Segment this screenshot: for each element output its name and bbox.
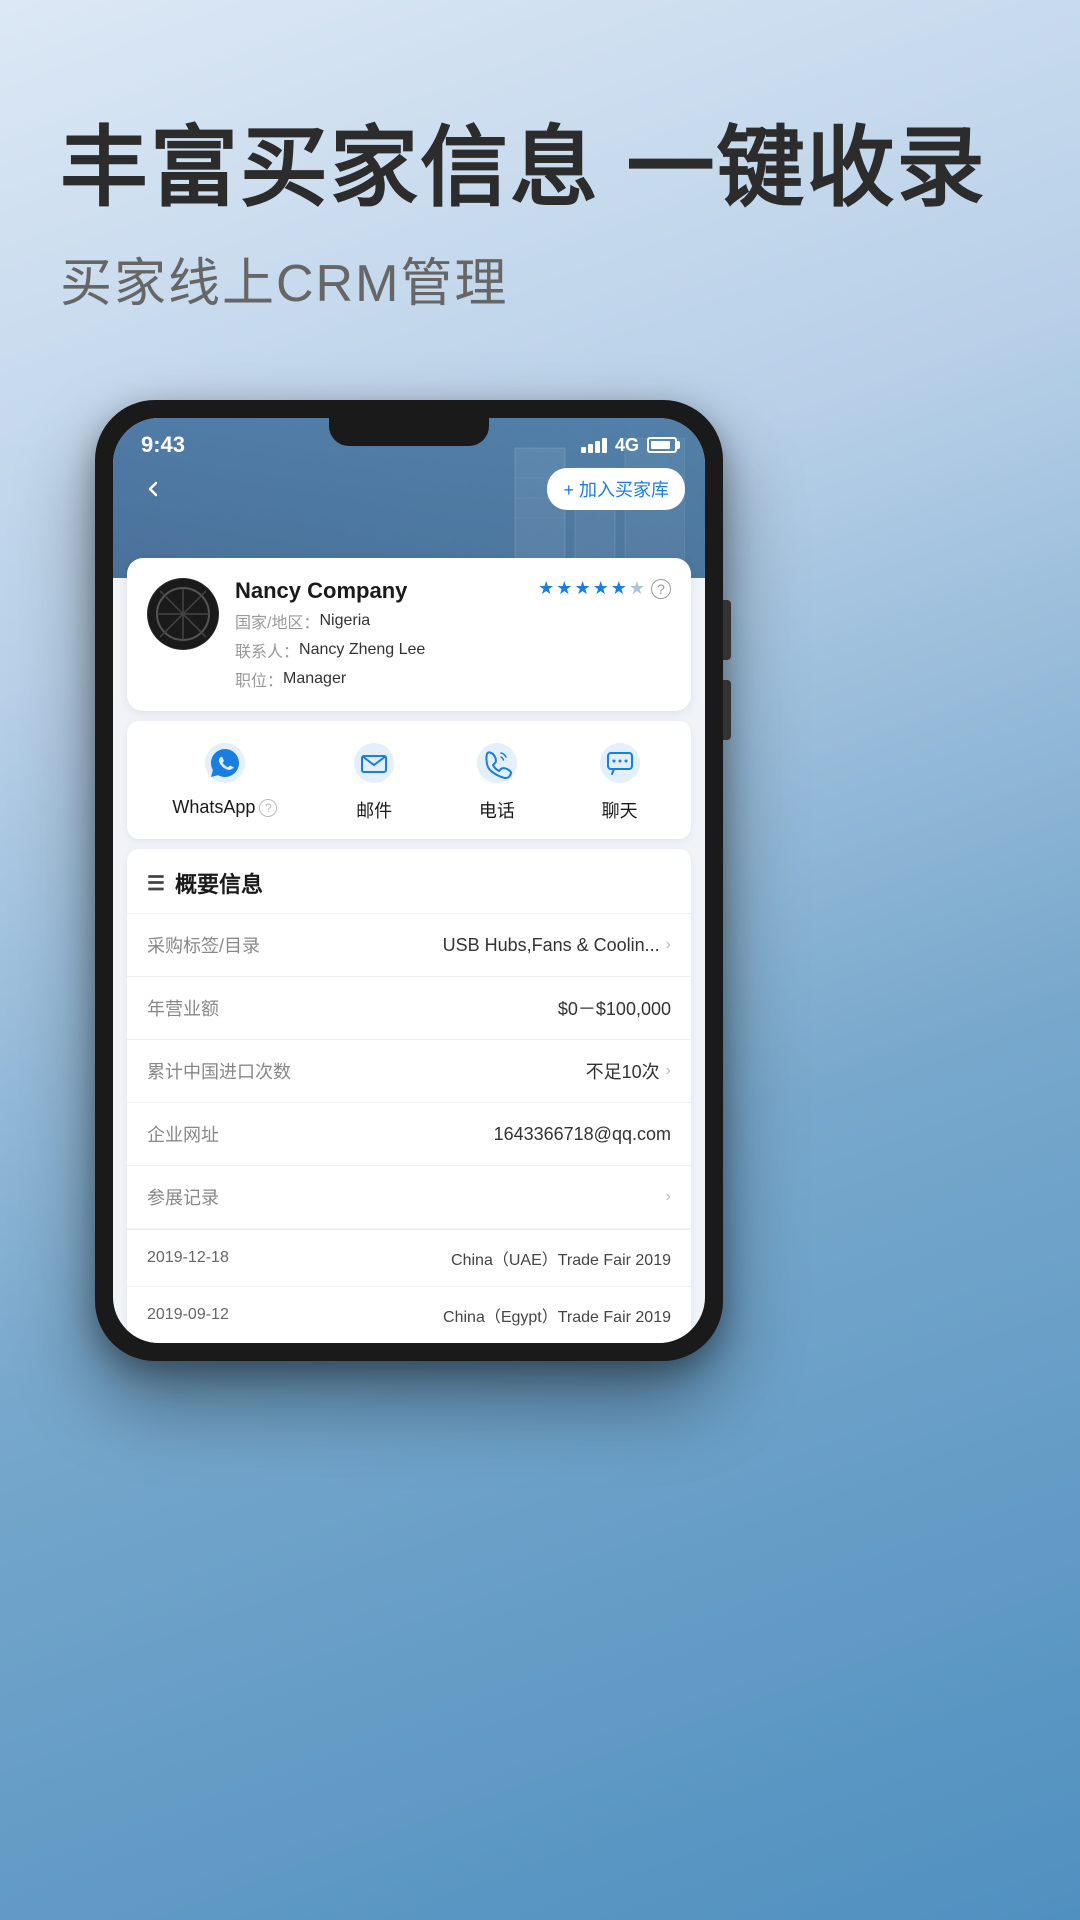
exhibit-header-row[interactable]: 参展记录 › bbox=[127, 1166, 691, 1229]
star-3: ★ bbox=[574, 578, 590, 599]
import-count-label: 累计中国进口次数 bbox=[147, 1058, 291, 1084]
star-2: ★ bbox=[556, 578, 572, 599]
signal-bar-2 bbox=[588, 444, 593, 453]
rating-help-icon[interactable]: ? bbox=[651, 579, 671, 599]
contact-label: 联系人： bbox=[235, 638, 299, 662]
profile-card: Nancy Company 国家/地区： Nigeria 联系人： Nancy … bbox=[127, 558, 691, 711]
exhibit-label: 参展记录 bbox=[147, 1184, 219, 1210]
exhibit-row-2: 2019-09-12 China（Egypt）Trade Fair 2019 bbox=[127, 1286, 691, 1343]
side-button-volume bbox=[723, 680, 731, 740]
purchase-tags-value: USB Hubs,Fans & Coolin... › bbox=[443, 935, 671, 956]
whatsapp-help-icon[interactable]: ? bbox=[259, 799, 277, 817]
add-buyer-label: + 加入买家库 bbox=[563, 476, 669, 502]
back-icon bbox=[141, 477, 165, 501]
whatsapp-label: WhatsApp bbox=[172, 797, 255, 818]
exhibit-name-2: China（Egypt）Trade Fair 2019 bbox=[443, 1303, 671, 1327]
star-1: ★ bbox=[538, 578, 554, 599]
purchase-tags-row[interactable]: 采购标签/目录 USB Hubs,Fans & Coolin... › bbox=[127, 914, 691, 977]
nav-bar: + 加入买家库 bbox=[113, 468, 705, 510]
subtitle: 买家线上CRM管理 bbox=[60, 241, 1020, 316]
top-section: 丰富买家信息 一键收录 买家线上CRM管理 bbox=[60, 120, 1020, 316]
annual-revenue-label: 年营业额 bbox=[147, 995, 219, 1021]
back-button[interactable] bbox=[133, 469, 173, 509]
country-row: 国家/地区： Nigeria bbox=[235, 609, 671, 633]
exhibit-name-1: China（UAE）Trade Fair 2019 bbox=[451, 1246, 671, 1270]
chat-icon bbox=[598, 741, 642, 785]
chat-action[interactable]: 聊天 bbox=[594, 737, 646, 823]
avatar-image bbox=[148, 579, 218, 649]
overview-section: ☰ 概要信息 采购标签/目录 USB Hubs,Fans & Coolin...… bbox=[127, 849, 691, 1343]
annual-revenue-row: 年营业额 $0－$100,000 bbox=[127, 977, 691, 1040]
status-time: 9:43 bbox=[141, 432, 185, 458]
signal-bar-1 bbox=[581, 447, 586, 453]
position-label: 职位： bbox=[235, 667, 283, 691]
overview-title-row: ☰ 概要信息 bbox=[127, 849, 691, 914]
website-row: 企业网址 1643366718@qq.com bbox=[127, 1103, 691, 1166]
chat-icon-wrap bbox=[594, 737, 646, 789]
phone-mockup: 9:43 4G bbox=[95, 400, 723, 1361]
contact-value: Nancy Zheng Lee bbox=[299, 641, 425, 659]
signal-bars bbox=[581, 438, 607, 453]
website-label: 企业网址 bbox=[147, 1121, 219, 1147]
whatsapp-icon bbox=[203, 741, 247, 785]
rating-stars: ★ ★ ★ ★ ★ ★ bbox=[538, 578, 645, 599]
exhibit-row-1: 2019-12-18 China（UAE）Trade Fair 2019 bbox=[127, 1229, 691, 1286]
purchase-tags-label: 采购标签/目录 bbox=[147, 932, 260, 958]
chat-label: 聊天 bbox=[602, 797, 638, 823]
import-count-arrow: › bbox=[666, 1062, 671, 1080]
overview-title: 概要信息 bbox=[175, 867, 263, 899]
star-5: ★ bbox=[611, 578, 627, 599]
phone-action[interactable]: 电话 bbox=[471, 737, 523, 823]
add-to-buyer-button[interactable]: + 加入买家库 bbox=[547, 468, 685, 510]
exhibit-date-1: 2019-12-18 bbox=[147, 1249, 229, 1267]
star-6: ★ bbox=[629, 578, 645, 599]
headline: 丰富买家信息 一键收录 bbox=[60, 120, 1020, 217]
action-bar: WhatsApp ? 邮件 bbox=[127, 721, 691, 839]
status-icons: 4G bbox=[581, 435, 677, 456]
email-action[interactable]: 邮件 bbox=[348, 737, 400, 823]
phone-icon-wrap bbox=[471, 737, 523, 789]
exhibit-date-2: 2019-09-12 bbox=[147, 1306, 229, 1324]
website-value: 1643366718@qq.com bbox=[494, 1124, 671, 1145]
star-4: ★ bbox=[593, 578, 609, 599]
overview-icon: ☰ bbox=[147, 871, 165, 896]
country-value: Nigeria bbox=[319, 612, 370, 630]
side-button-power bbox=[723, 600, 731, 660]
email-icon-wrap bbox=[348, 737, 400, 789]
phone-label: 电话 bbox=[479, 797, 515, 823]
whatsapp-label-group: WhatsApp ? bbox=[172, 797, 277, 818]
phone-notch bbox=[329, 418, 489, 446]
signal-bar-4 bbox=[602, 438, 607, 453]
phone-frame: 9:43 4G bbox=[95, 400, 723, 1361]
email-icon bbox=[352, 741, 396, 785]
country-label: 国家/地区： bbox=[235, 609, 319, 633]
exhibit-arrow: › bbox=[666, 1188, 671, 1206]
battery-fill bbox=[651, 441, 670, 449]
battery-icon bbox=[647, 437, 677, 453]
status-4g-label: 4G bbox=[615, 435, 639, 456]
whatsapp-action[interactable]: WhatsApp ? bbox=[172, 737, 277, 823]
phone-screen: 9:43 4G bbox=[113, 418, 705, 1343]
email-label: 邮件 bbox=[356, 797, 392, 823]
import-count-row[interactable]: 累计中国进口次数 不足10次 › bbox=[127, 1040, 691, 1103]
contact-row: 联系人： Nancy Zheng Lee bbox=[235, 638, 671, 662]
whatsapp-icon-wrap bbox=[199, 737, 251, 789]
stars-area: ★ ★ ★ ★ ★ ★ ? bbox=[538, 578, 671, 599]
annual-revenue-value: $0－$100,000 bbox=[558, 995, 671, 1021]
purchase-tags-arrow: › bbox=[666, 936, 671, 954]
phone-icon bbox=[475, 741, 519, 785]
position-value: Manager bbox=[283, 670, 346, 688]
signal-bar-3 bbox=[595, 441, 600, 453]
import-count-value: 不足10次 › bbox=[586, 1058, 671, 1084]
avatar bbox=[147, 578, 219, 650]
position-row: 职位： Manager bbox=[235, 667, 671, 691]
